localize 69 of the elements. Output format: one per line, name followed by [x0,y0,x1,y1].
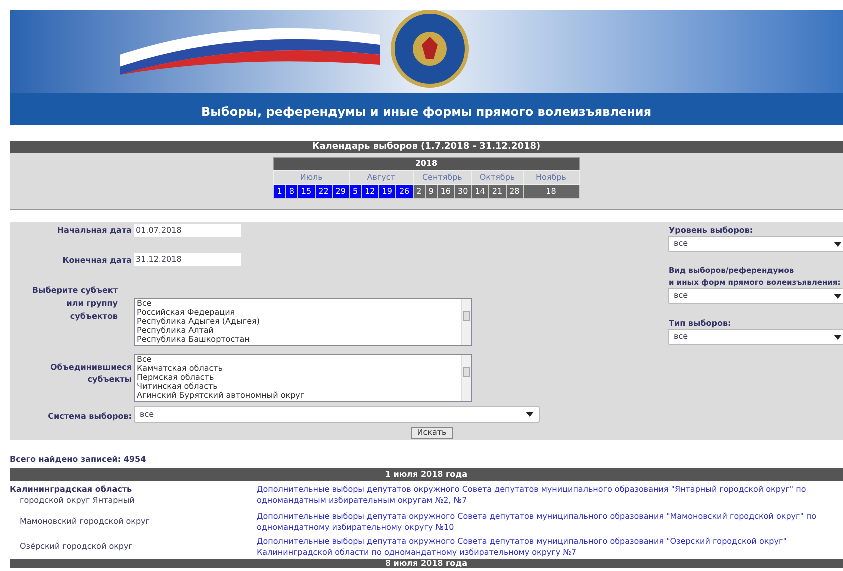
calendar-day-link[interactable]: 29 [332,185,349,198]
place-name: городской округ Янтарный [19,495,136,506]
list-option[interactable]: Республика Алтай [137,326,461,335]
calendar-day-link[interactable]: 14 [472,185,488,198]
calendar-title: Календарь выборов (1.7.2018 - 31.12.2018) [10,141,843,153]
calendar-day-link[interactable]: 12 [362,185,378,198]
list-option[interactable]: Республика Адыгея (Адыгея) [137,317,461,326]
month-heading: Август [349,170,414,184]
list-option[interactable]: Республика Башкортостан [137,335,461,344]
calendar-day-link[interactable]: 18 [524,185,579,198]
list-option[interactable]: Пермская область [137,373,461,382]
calendar-day-link[interactable]: 19 [379,185,396,198]
total-records-text: Всего найдено записей: 4954 [10,454,148,466]
list-option[interactable]: Агинский Бурятский автономный округ [137,391,461,400]
calendar-day-link[interactable]: 8 [286,185,298,198]
scrollbar[interactable] [461,299,471,345]
year-heading: 2018 [274,158,580,170]
date-input[interactable]: 31.12.2018 [134,253,241,266]
calendar-day-link[interactable]: 21 [489,185,506,198]
election-link[interactable]: Дополнительные выборы депутата окружного Совета депутатов муниципального образования "Мамоновский городской округ" по одномандатному избирательному округу №10 [257,510,843,532]
list-option[interactable]: Российская Федерация [137,308,461,317]
field-label: Система выборов: [47,411,132,423]
list-option[interactable]: Камчатская область [137,364,461,373]
calendar-day-link[interactable]: 2 [414,185,425,198]
dropdown-caret-icon [834,334,842,340]
scrollbar-thumb[interactable] [463,367,470,377]
scrollbar-thumb[interactable] [463,311,470,321]
calendar-day-link[interactable]: 5 [350,185,362,198]
calendar-day-link[interactable]: 26 [396,185,413,198]
calendar-day-link[interactable]: 16 [438,185,454,198]
list-option[interactable]: Читинская область [137,382,461,391]
dropdown-caret-icon [834,294,842,298]
calendar-day-link[interactable]: 28 [506,185,523,198]
search-button[interactable]: Искать [411,427,453,439]
calendar-day-link[interactable]: 15 [298,185,315,198]
list-option[interactable]: Все [137,299,461,308]
dropdown-caret-icon [526,412,534,417]
list-box[interactable]: Все Российская Федерация Республика Адыгея (Адыгея) Республика Алтай Республика Башкортостан [134,298,472,346]
month-heading: Ноябрь [523,170,580,184]
date-heading: 1 июля 2018 года [10,468,843,481]
dropdown[interactable]: все [668,288,843,304]
month-heading: Сентябрь [413,170,472,184]
field-label: Конечная дата [62,255,132,267]
dropdown[interactable]: все [668,329,843,345]
dropdown-caret-icon [834,242,842,246]
month-heading: Октябрь [472,170,524,184]
field-label: Объединившиеся субъекты [50,362,132,386]
calendar-day-link[interactable]: 9 [426,185,437,198]
list-box[interactable]: Все Камчатская область Пермская область Читинская область Агинский Бурятский автономный округ [134,354,472,402]
dropdown[interactable]: все [668,236,843,252]
list-option[interactable]: Все [137,355,461,364]
place-name: Озёрский городской округ [19,541,134,552]
calendar-day-link[interactable]: 22 [316,185,332,198]
place-name: Мамоновский городской округ [19,516,151,527]
dropdown[interactable]: все [134,406,540,423]
banner-title: Выборы, референдумы и иные формы прямого волеизъявления [200,104,653,121]
date-heading: 8 июля 2018 года [10,559,843,568]
scrollbar[interactable] [461,355,471,401]
calendar-day-link[interactable]: 1 [274,185,286,198]
election-link[interactable]: Дополнительные выборы депутата окружного Совета депутатов муниципального образования "Озерский городской округ" Калининградской области по одномандатному избирательному округу №7 [257,536,843,558]
region-name: Калининградская область [10,484,134,495]
field-label: Выберите субъект или группу субъектов [31,285,119,323]
election-link[interactable]: Дополнительные выборы депутатов окружного Совета депутатов муниципального образования "Янтарный городской округ" по одномандатным избирательным округам №2, №7 [257,484,843,509]
field-label: Тип выборов: [669,318,732,330]
field-label: Начальная дата [56,225,132,237]
date-input[interactable]: 01.07.2018 [134,224,241,237]
field-label: Уровень выборов: [669,225,754,237]
month-heading: Июль [274,170,350,184]
calendar-day-link[interactable]: 30 [455,185,472,198]
